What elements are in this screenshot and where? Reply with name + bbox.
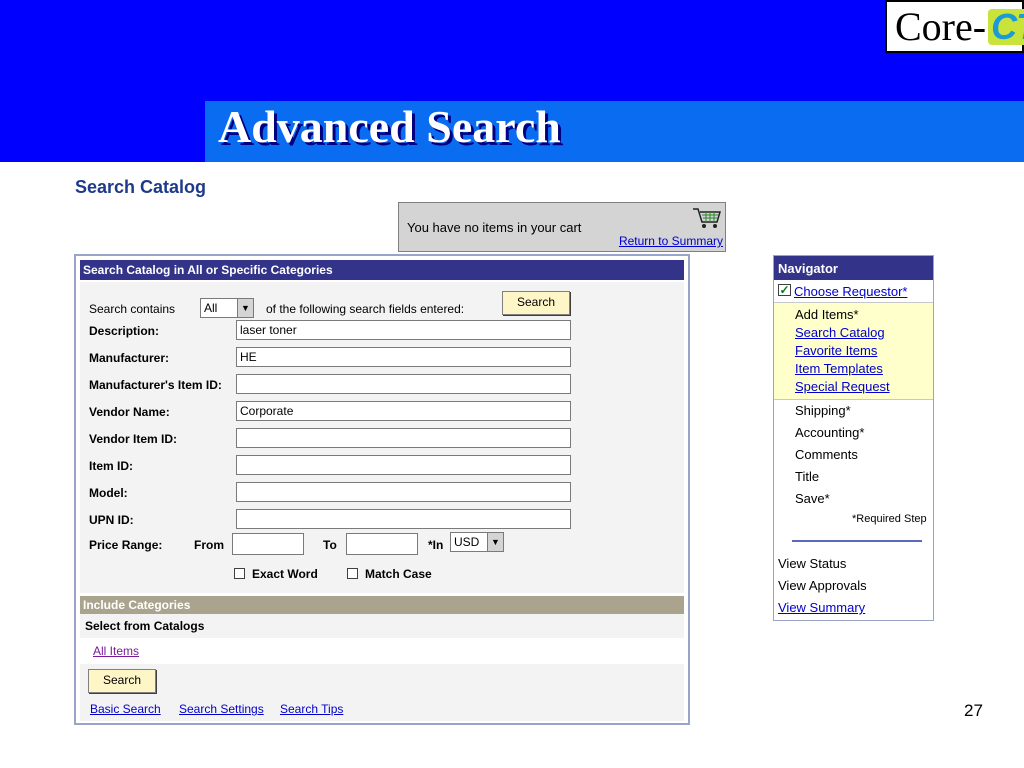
- favorite-items-link[interactable]: Favorite Items: [795, 343, 877, 358]
- match-case-checkbox[interactable]: [347, 568, 358, 579]
- item-id-input[interactable]: [236, 455, 571, 475]
- search-actions-area: Search Basic Search Search Settings Sear…: [80, 664, 684, 721]
- bottom-search-button[interactable]: Search: [88, 669, 156, 693]
- core-ct-logo: Core-CT: [885, 0, 1024, 53]
- vendor-item-id-label: Vendor Item ID:: [89, 432, 178, 446]
- search-button[interactable]: Search: [502, 291, 570, 315]
- price-range-label: Price Range:: [89, 538, 163, 552]
- cart-box: You have no items in your cart Return to…: [398, 202, 726, 252]
- search-panel-header: Search Catalog in All or Specific Catego…: [80, 260, 684, 280]
- accounting-step: Accounting*: [795, 425, 865, 440]
- item-id-label: Item ID:: [89, 459, 134, 473]
- return-to-summary-link[interactable]: Return to Summary: [619, 234, 723, 248]
- description-label: Description:: [89, 324, 160, 338]
- view-summary-link[interactable]: View Summary: [778, 600, 865, 615]
- price-from-label: From: [194, 538, 224, 552]
- price-to-label: To: [323, 538, 337, 552]
- page-heading: Search Catalog: [75, 177, 207, 197]
- vendor-name-input[interactable]: Corporate: [236, 401, 571, 421]
- currency-value: USD: [454, 535, 480, 549]
- currency-label: *In: [428, 538, 444, 552]
- exact-word-checkbox[interactable]: [234, 568, 245, 579]
- price-to-input[interactable]: [346, 533, 418, 555]
- model-label: Model:: [89, 486, 128, 500]
- slide-title: Advanced Search: [218, 101, 561, 152]
- add-items-label: Add Items*: [795, 307, 859, 322]
- following-fields-label: of the following search fields entered:: [266, 302, 465, 316]
- choose-requestor-link[interactable]: Choose Requestor*: [794, 284, 907, 299]
- navigator-header: Navigator: [774, 256, 933, 280]
- manufacturer-label: Manufacturer:: [89, 351, 170, 365]
- chevron-down-icon[interactable]: ▼: [237, 299, 253, 317]
- add-items-section: Add Items* Search Catalog Favorite Items…: [774, 302, 933, 400]
- include-categories-header: Include Categories: [80, 596, 684, 614]
- upn-id-input[interactable]: [236, 509, 571, 529]
- slide-page-number: 27: [964, 701, 983, 720]
- manufacturer-item-id-label: Manufacturer's Item ID:: [89, 378, 222, 392]
- cart-message: You have no items in your cart: [407, 220, 582, 235]
- select-from-catalogs-label: Select from Catalogs: [80, 614, 684, 638]
- special-request-link[interactable]: Special Request: [795, 379, 890, 394]
- match-case-label: Match Case: [365, 567, 432, 581]
- navigator-divider: [792, 540, 922, 542]
- search-contains-value: All: [204, 301, 218, 315]
- checkmark-icon: ✓: [778, 283, 791, 297]
- shipping-step: Shipping*: [795, 403, 851, 418]
- upn-id-label: UPN ID:: [89, 513, 134, 527]
- all-items-link[interactable]: All Items: [93, 644, 139, 658]
- search-contains-select[interactable]: All ▼: [200, 298, 254, 318]
- navigator-panel: Navigator ✓ Choose Requestor* Add Items*…: [773, 255, 934, 621]
- search-contains-label: Search contains: [89, 302, 176, 316]
- description-input[interactable]: laser toner: [236, 320, 571, 340]
- chevron-down-icon[interactable]: ▼: [487, 533, 503, 551]
- currency-select[interactable]: USD ▼: [450, 532, 504, 552]
- manufacturer-item-id-input[interactable]: [236, 374, 571, 394]
- model-input[interactable]: [236, 482, 571, 502]
- manufacturer-input[interactable]: HE: [236, 347, 571, 367]
- view-approvals-item: View Approvals: [778, 578, 867, 593]
- required-step-note: *Required Step: [852, 513, 927, 525]
- comments-step: Comments: [795, 447, 858, 462]
- save-step: Save*: [795, 491, 830, 506]
- title-step: Title: [795, 469, 820, 484]
- catalog-list-item: All Items: [80, 638, 684, 664]
- vendor-item-id-input[interactable]: [236, 428, 571, 448]
- logo-dash: -: [972, 3, 987, 49]
- search-settings-link[interactable]: Search Settings: [179, 702, 264, 716]
- search-tips-link[interactable]: Search Tips: [280, 702, 343, 716]
- shopping-cart-icon: [693, 208, 722, 228]
- item-templates-link[interactable]: Item Templates: [795, 361, 883, 376]
- vendor-name-label: Vendor Name:: [89, 405, 170, 419]
- price-from-input[interactable]: [232, 533, 304, 555]
- search-catalog-link[interactable]: Search Catalog: [795, 325, 885, 340]
- exact-word-label: Exact Word: [252, 567, 318, 581]
- logo-ct-text: CT: [988, 8, 1024, 45]
- search-catalog-panel: Search Catalog in All or Specific Catego…: [74, 254, 690, 725]
- view-status-item: View Status: [778, 556, 847, 571]
- basic-search-link[interactable]: Basic Search: [90, 702, 161, 716]
- logo-core-text: Core: [895, 3, 973, 49]
